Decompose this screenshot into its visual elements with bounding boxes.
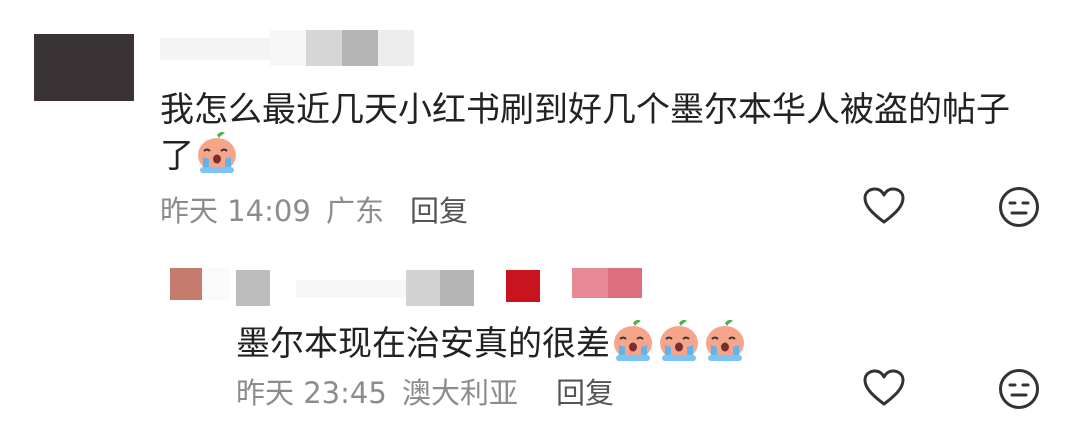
- reply-like-button[interactable]: [862, 368, 906, 412]
- reply-meta: 昨天 23:45 澳大利亚: [236, 370, 518, 412]
- reply-avatar[interactable]: [170, 268, 230, 308]
- reply-name-mosaic[interactable]: [236, 266, 646, 310]
- reply-location: 澳大利亚: [402, 376, 519, 410]
- comment-thread: 我怎么最近几天小红书刷到好几个墨尔本华人被盗的帖子 了 昨天 14:09 广东 …: [0, 0, 1080, 436]
- commenter-avatar[interactable]: [34, 34, 134, 101]
- comment-meta: 昨天 14:09 广东: [160, 188, 384, 230]
- comment-text-line2: 了: [160, 128, 240, 184]
- comment-text: 我怎么最近几天小红书刷到好几个墨尔本华人被盗的帖子: [160, 82, 1010, 131]
- neutral-face-icon: [999, 187, 1039, 227]
- neutral-face-icon: [999, 369, 1039, 409]
- cry-emoji-icon: [702, 317, 748, 372]
- commenter-name-mosaic[interactable]: [160, 30, 420, 72]
- cry-emoji-icon: [194, 129, 240, 184]
- comment-time: 昨天 14:09: [160, 194, 311, 228]
- heart-outline-icon: [863, 369, 905, 406]
- comment-location: 广东: [326, 194, 385, 228]
- cry-emoji-icon: [610, 317, 656, 372]
- comment-reply-button[interactable]: 回复: [410, 188, 468, 230]
- reply-reply-button[interactable]: 回复: [556, 370, 614, 412]
- reply-time: 昨天 23:45: [236, 376, 387, 410]
- reply-text: 墨尔本现在治安真的很差: [236, 316, 748, 372]
- reply-dislike-button[interactable]: [998, 368, 1040, 414]
- heart-outline-icon: [863, 187, 905, 224]
- like-button[interactable]: [862, 186, 906, 230]
- comment-text-line1: 我怎么最近几天小红书刷到好几个墨尔本华人被盗的帖子: [160, 90, 1010, 130]
- cry-emoji-icon: [656, 317, 702, 372]
- dislike-button[interactable]: [998, 186, 1040, 232]
